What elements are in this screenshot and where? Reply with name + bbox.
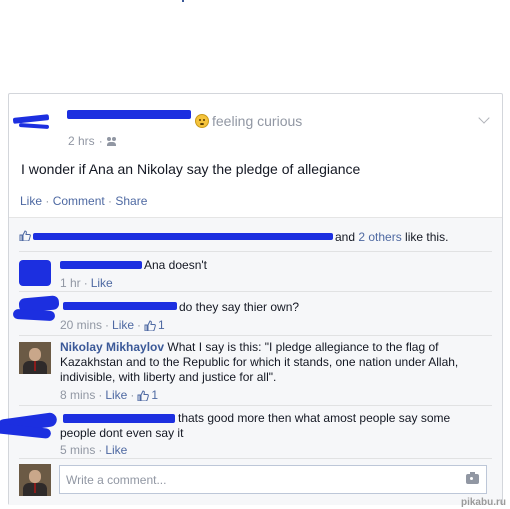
comment-text: Ana doesn't [144,258,208,272]
friends-audience-icon[interactable] [106,136,117,146]
comment-input[interactable] [60,466,452,493]
watermark: pikabu.ru [460,497,506,508]
comment-meta: 20 mins · Like · 1 [60,318,165,332]
comment-body: Nikolay Mikhaylov What I say is this: "I… [60,340,485,385]
meta-separator: · [83,276,88,290]
meta-separator: · [105,318,110,332]
divider [19,405,492,406]
comment-meta: 5 mins · Like [60,443,127,457]
comment-like-count[interactable]: 1 [137,388,158,402]
meta-separator: · [98,388,103,402]
post-meta: 2 hrs · [68,134,117,148]
meta-separator: · [137,318,142,332]
action-separator: · [104,194,116,208]
comment-button[interactable]: Comment [53,194,105,208]
thumbs-up-icon [19,230,31,241]
comments-section: and 2 others like this. Ana doesn't 1 hr… [0,217,502,505]
commenter-avatar[interactable] [19,342,51,374]
like-count-value: 1 [151,388,159,402]
thumbs-up-icon [144,319,156,331]
feeling-text: feeling curious [212,113,303,129]
comment-like-count[interactable]: 1 [144,318,165,332]
divider [19,335,492,336]
thumbs-up-icon [137,389,150,401]
likes-suffix: like this. [401,230,449,244]
comment-time[interactable]: 5 mins [60,443,95,457]
redacted-commenter-avatar [19,260,51,286]
comment-time[interactable]: 8 mins [60,388,95,402]
redacted-author-name [67,110,191,119]
share-button[interactable]: Share [115,194,147,208]
divider [19,291,492,292]
like-count-value: 1 [158,318,165,332]
divider [19,251,492,252]
redacted-commenter-avatar-2 [12,308,56,322]
redacted-commenter-name [63,302,177,310]
comment-like-button[interactable]: Like [105,443,127,457]
divider [19,458,492,459]
camera-icon[interactable] [466,472,479,484]
comment-author-link[interactable]: Nikolay Mikhaylov [60,340,164,354]
likes-summary: and 2 others like this. [19,230,492,244]
post-card: feeling curious 2 hrs · I wonder if Ana … [0,93,503,505]
likes-text: and 2 others like this. [335,230,448,244]
stray-dot [182,0,184,2]
comment-composer[interactable] [59,465,487,494]
meta-separator: · [98,443,103,457]
likes-prefix: and [335,230,359,244]
redacted-author-avatar [12,114,50,124]
meta-separator: · [130,388,135,402]
redacted-commenter-name [60,261,142,269]
meta-separator: · [98,134,103,148]
post-options-chevron-icon[interactable] [478,112,490,124]
curious-emoji-icon [195,114,209,128]
redacted-liker-names [33,233,333,240]
comment-text: do they say thier own? [179,300,300,314]
likes-others-link[interactable]: 2 others [358,230,401,244]
comment-meta: 8 mins · Like · 1 [60,388,158,402]
comment-text: thats good more then what amost people s… [60,411,451,440]
comment-time[interactable]: 20 mins [60,318,102,332]
post-text: I wonder if Ana an Nikolay say the pledg… [21,161,361,177]
action-separator: · [42,194,53,208]
comment-meta: 1 hr · Like [60,276,113,290]
comment-like-button[interactable]: Like [91,276,113,290]
like-button[interactable]: Like [20,194,42,208]
redacted-author-avatar-2 [18,122,50,130]
feeling-status: feeling curious [195,113,302,129]
post-timestamp[interactable]: 2 hrs [68,134,95,148]
comment-like-button[interactable]: Like [105,388,127,402]
current-user-avatar[interactable] [19,464,51,496]
comment-time[interactable]: 1 hr [60,276,81,290]
comment-like-button[interactable]: Like [112,318,134,332]
post-actions: Like · Comment · Share [20,194,147,208]
